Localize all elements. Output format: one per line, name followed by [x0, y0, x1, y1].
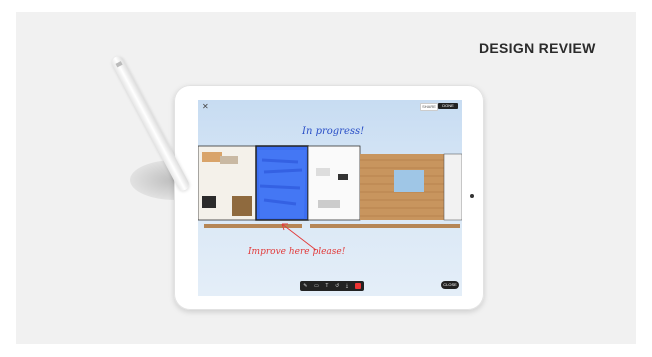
undo-icon[interactable]: ↺ — [335, 281, 339, 291]
floor-strip — [204, 224, 460, 228]
download-icon[interactable]: ⤓ — [346, 281, 348, 291]
annotation-in-progress: In progress! — [302, 126, 365, 137]
room-left — [198, 145, 257, 221]
pen-icon[interactable]: ✎ — [303, 281, 307, 291]
room-highlighted — [255, 145, 309, 221]
home-button — [470, 194, 474, 198]
tablet-screen: ✕ SHARE DONE In progress! Improve here p… — [198, 100, 462, 296]
record-icon[interactable] — [354, 283, 361, 289]
close-pill-button[interactable]: CLOSE — [441, 281, 459, 289]
text-icon[interactable]: T — [325, 281, 328, 291]
annotation-improve-here: Improve here please! — [248, 247, 346, 257]
page-title: DESIGN REVIEW — [479, 40, 596, 56]
shape-icon[interactable]: ▭ — [314, 281, 319, 291]
annotation-toolbar: ✎ ▭ T ↺ ⤓ — [300, 281, 364, 291]
room-wood — [360, 153, 462, 221]
room-white — [307, 145, 361, 221]
